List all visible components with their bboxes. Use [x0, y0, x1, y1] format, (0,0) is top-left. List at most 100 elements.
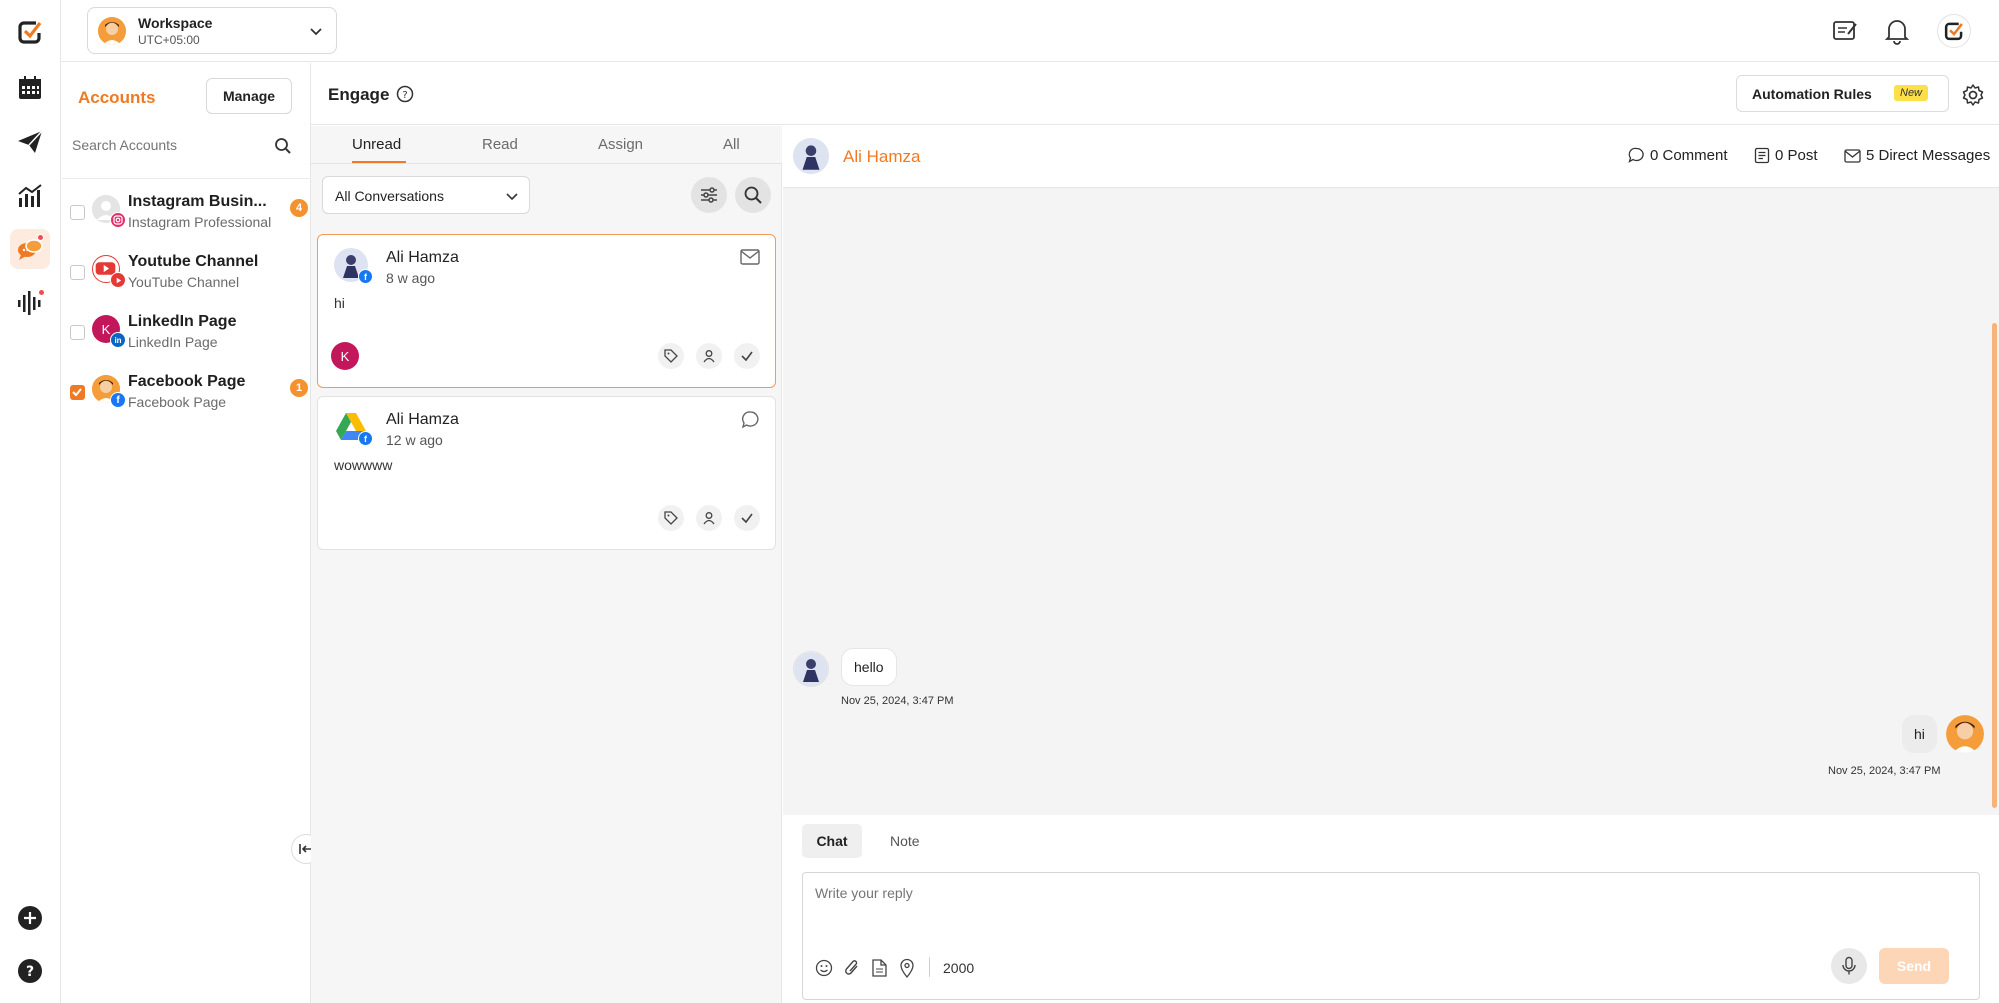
sender-avatar	[793, 651, 829, 687]
chat-messages: hello Nov 25, 2024, 3:47 PM hi Nov 25, 2…	[783, 188, 1999, 815]
attachment-paperclip-icon[interactable]	[843, 958, 861, 978]
conversation-preview: wowwww	[334, 457, 393, 473]
help-circle-icon[interactable]: ?	[10, 951, 50, 991]
workspace-timezone: UTC+05:00	[138, 33, 200, 47]
help-icon[interactable]: ?	[396, 85, 414, 103]
posts-stat[interactable]: 0 Post	[1754, 147, 1818, 164]
chat-header: Ali Hamza 0 Comment 0 Post 5 Direct Mess…	[783, 126, 1999, 188]
conversation-card[interactable]: f Ali Hamza 12 w ago wowwww	[317, 396, 776, 550]
workspace-switcher[interactable]: Workspace UTC+05:00	[87, 7, 337, 54]
emoji-icon[interactable]	[815, 959, 833, 977]
direct-messages-stat[interactable]: 5 Direct Messages	[1844, 147, 1990, 164]
mail-icon	[1844, 148, 1861, 163]
document-icon[interactable]	[871, 958, 888, 978]
mail-icon	[740, 249, 760, 265]
app-logo-icon[interactable]	[10, 12, 50, 52]
page-title: Engage	[328, 85, 390, 104]
tab-note[interactable]: Note	[890, 833, 920, 849]
account-type: Instagram Professional	[128, 214, 272, 230]
unread-count-badge: 1	[290, 379, 308, 397]
gear-icon[interactable]	[1961, 83, 1985, 107]
manage-button[interactable]: Manage	[206, 78, 292, 114]
reply-textarea[interactable]	[815, 885, 1965, 935]
listening-waveform-icon[interactable]	[10, 283, 50, 323]
engage-inbox-icon[interactable]	[10, 229, 50, 269]
accounts-title: Accounts	[78, 88, 156, 107]
message-bubble-incoming: hello	[841, 648, 897, 686]
instagram-icon	[110, 212, 126, 228]
conversation-name: Ali Hamza	[386, 249, 459, 266]
brand-account-icon[interactable]	[1937, 14, 1971, 48]
notification-dot	[38, 289, 45, 296]
tab-unread[interactable]: Unread	[352, 136, 401, 153]
svg-text:?: ?	[402, 90, 407, 101]
facebook-icon: f	[110, 392, 126, 408]
tag-icon[interactable]	[658, 505, 684, 531]
account-item-instagram[interactable]: Instagram Busin... Instagram Professiona…	[62, 183, 311, 241]
conversation-preview: hi	[334, 295, 345, 311]
account-item-linkedin[interactable]: K in LinkedIn Page LinkedIn Page	[62, 303, 311, 361]
assign-user-icon[interactable]	[696, 505, 722, 531]
conversation-name: Ali Hamza	[386, 411, 459, 428]
send-button[interactable]: Send	[1879, 948, 1949, 984]
divider	[929, 957, 930, 977]
direct-messages-count: 5 Direct Messages	[1866, 147, 1991, 164]
character-counter: 2000	[943, 960, 975, 976]
user-avatar	[1946, 715, 1984, 753]
conversation-time: 8 w ago	[386, 270, 436, 286]
search-icon[interactable]	[274, 137, 292, 155]
tab-all[interactable]: All	[723, 136, 740, 153]
account-item-youtube[interactable]: Youtube Channel YouTube Channel	[62, 243, 311, 301]
conversation-filter-select[interactable]: All Conversations	[322, 176, 530, 214]
tag-icon[interactable]	[658, 343, 684, 369]
scrollbar-thumb[interactable]	[1992, 323, 1997, 808]
mark-done-check-icon[interactable]	[734, 343, 760, 369]
tab-chat[interactable]: Chat	[802, 824, 862, 858]
calendar-icon[interactable]	[10, 68, 50, 108]
assign-user-icon[interactable]	[696, 343, 722, 369]
account-item-facebook[interactable]: f Facebook Page Facebook Page 1	[62, 363, 311, 421]
account-checkbox[interactable]	[70, 205, 85, 220]
active-tab-indicator	[352, 161, 406, 163]
filter-value: All Conversations	[335, 188, 444, 204]
filter-sliders-icon[interactable]	[691, 177, 727, 213]
account-checkbox[interactable]	[70, 325, 85, 340]
automation-rules-label: Automation Rules	[1752, 86, 1872, 102]
tab-assign[interactable]: Assign	[598, 136, 643, 153]
mark-done-check-icon[interactable]	[734, 505, 760, 531]
account-name: Instagram Busin...	[128, 193, 267, 210]
divider	[62, 178, 311, 179]
comments-count: 0 Comment	[1650, 147, 1728, 164]
document-icon	[1754, 147, 1770, 164]
automation-rules-button[interactable]: Automation Rules New	[1736, 75, 1949, 112]
comments-stat[interactable]: 0 Comment	[1628, 147, 1728, 164]
linkedin-icon: in	[110, 332, 126, 348]
search-accounts-input[interactable]	[72, 133, 272, 157]
message-bubble-outgoing: hi	[1902, 715, 1937, 753]
workspace-name: Workspace	[138, 15, 213, 31]
bell-icon[interactable]	[1884, 17, 1910, 45]
notification-dot	[37, 234, 44, 241]
conversation-card[interactable]: f Ali Hamza 8 w ago hi K	[317, 234, 776, 388]
contact-name[interactable]: Ali Hamza	[843, 147, 920, 167]
search-icon[interactable]	[735, 177, 771, 213]
add-circle-icon[interactable]	[10, 898, 50, 938]
account-type: LinkedIn Page	[128, 334, 218, 350]
account-checkbox-checked[interactable]	[70, 385, 85, 400]
reply-composer: Chat Note 2000 Send	[783, 815, 1999, 1003]
workspace-avatar	[98, 17, 126, 45]
account-checkbox[interactable]	[70, 265, 85, 280]
publish-send-icon[interactable]	[10, 122, 50, 162]
tab-read[interactable]: Read	[482, 136, 518, 153]
microphone-icon[interactable]	[1831, 948, 1867, 984]
feedback-notes-icon[interactable]	[1831, 17, 1859, 45]
analytics-icon[interactable]	[10, 176, 50, 216]
account-type: Facebook Page	[128, 394, 227, 410]
facebook-icon: f	[358, 269, 373, 284]
left-rail: ?	[0, 0, 61, 1003]
account-name: Facebook Page	[128, 373, 246, 390]
comment-icon	[1628, 147, 1644, 163]
comment-bubble-icon	[741, 410, 760, 429]
accounts-panel: Accounts Manage Instagram Busin... Insta…	[62, 63, 311, 1003]
location-pin-icon[interactable]	[899, 958, 915, 978]
